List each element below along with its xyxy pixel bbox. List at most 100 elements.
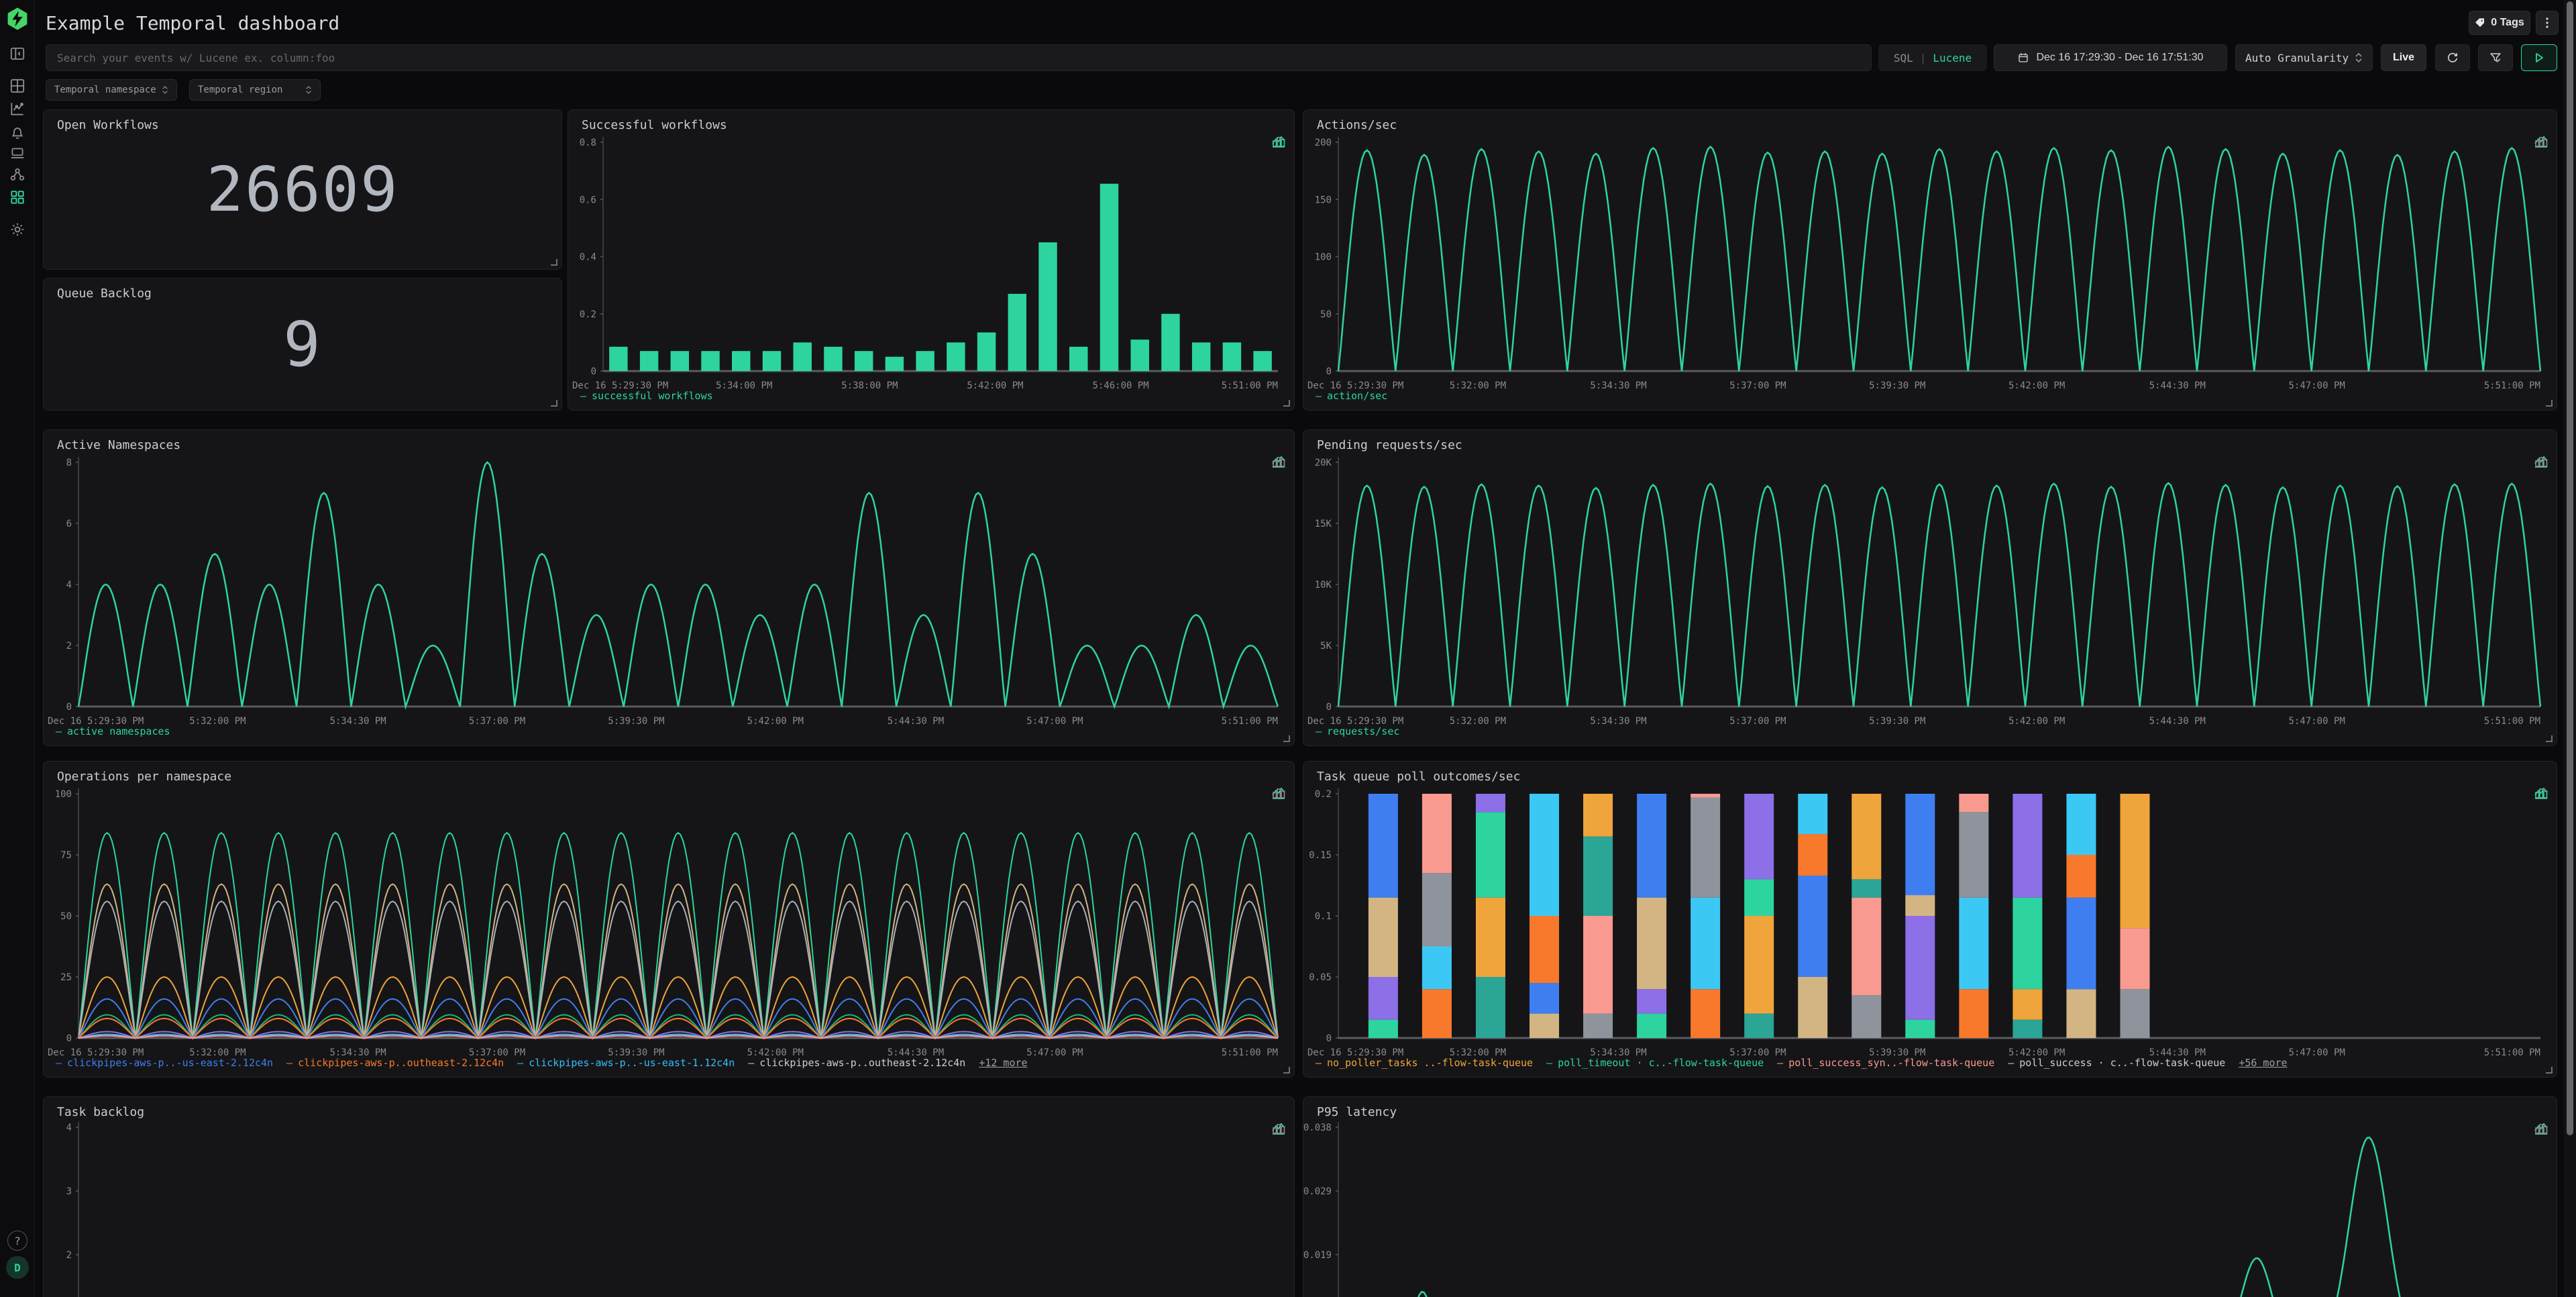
- panel-active-namespaces: Active Namespaces 86420Dec 16 5:29:30 PM…: [43, 429, 1295, 746]
- chart-legend: —clickpipes-aws-p..-us-east-2.12c4n —clic…: [56, 1057, 1028, 1069]
- panel-title: Task queue poll outcomes/sec: [1317, 770, 1520, 784]
- chart-canvas: 0.80.60.40.20Dec 16 5:29:30 PM5:34:00 PM…: [568, 110, 1294, 410]
- panel-title: Successful workflows: [582, 118, 727, 132]
- legend-label: no_poller_tasks ..-flow-task-queue: [1327, 1057, 1533, 1069]
- scrollbar-thumb[interactable]: [2567, 1, 2573, 1135]
- sql-option[interactable]: SQL: [1894, 52, 1913, 64]
- alerts-bell-icon[interactable]: [9, 123, 26, 141]
- panel-open-workflows: Open Workflows 26609: [43, 109, 562, 270]
- refresh-button[interactable]: [2435, 44, 2470, 71]
- collapse-sidebar-icon[interactable]: [9, 45, 26, 62]
- resize-handle[interactable]: [551, 400, 557, 407]
- legend-more-link[interactable]: +12 more: [979, 1057, 1027, 1069]
- bar-view-icon[interactable]: [1271, 454, 1286, 469]
- bar-view-icon[interactable]: [2534, 786, 2548, 800]
- resize-handle[interactable]: [1283, 400, 1290, 407]
- legend-more-link[interactable]: +56 more: [2239, 1057, 2287, 1069]
- refresh-icon: [2446, 51, 2459, 64]
- bar-view-icon[interactable]: [1271, 1121, 1286, 1136]
- svg-text:0.038: 0.038: [1303, 1123, 1332, 1133]
- resize-handle[interactable]: [2546, 400, 2553, 407]
- panel-title: Operations per namespace: [57, 770, 231, 784]
- legend-item[interactable]: —clickpipes-aws-p..-us-east-2.12c4n: [56, 1057, 273, 1069]
- granularity-select[interactable]: Auto Granularity: [2235, 44, 2373, 71]
- chart-legend: — no_poller_tasks ..-flow-task-queue —poll…: [1316, 1057, 2288, 1069]
- legend-item[interactable]: —successful workflows: [580, 390, 713, 402]
- resize-handle[interactable]: [1283, 735, 1290, 742]
- legend-item[interactable]: —clickpipes-aws-p..outheast-2.12c4n: [748, 1057, 965, 1069]
- svg-text:5:47:00 PM: 5:47:00 PM: [1026, 1047, 1083, 1058]
- run-query-button[interactable]: [2521, 44, 2557, 71]
- svg-text:0: 0: [1326, 1033, 1332, 1044]
- svg-text:5:51:00 PM: 5:51:00 PM: [2484, 716, 2540, 727]
- chart-legend: —successful workflows: [580, 390, 713, 402]
- bar-view-icon[interactable]: [2534, 134, 2548, 149]
- legend-label: active namespaces: [67, 725, 170, 737]
- legend-swatch: —: [1316, 1057, 1322, 1069]
- legend-item[interactable]: —active namespaces: [56, 725, 170, 737]
- resize-handle[interactable]: [1283, 1067, 1290, 1074]
- task-queue-poll-outcomes-chart: 0.20.150.10.050Dec 16 5:29:30 PM5:32:00 …: [1303, 762, 2557, 1077]
- panel-menu-button[interactable]: [2536, 11, 2559, 35]
- svg-text:5:34:30 PM: 5:34:30 PM: [1590, 380, 1646, 391]
- legend-item[interactable]: —poll_success_syn..-flow-task-queue: [1777, 1057, 1994, 1069]
- bar-view-icon[interactable]: [1271, 134, 1286, 149]
- svg-text:5:38:00 PM: 5:38:00 PM: [841, 380, 898, 391]
- svg-text:5:37:00 PM: 5:37:00 PM: [1729, 380, 1786, 391]
- hosts-monitor-icon[interactable]: [9, 144, 26, 162]
- bar-view-icon[interactable]: [2534, 454, 2548, 469]
- svg-text:0: 0: [66, 1033, 72, 1044]
- legend-item[interactable]: —action/sec: [1316, 390, 1387, 402]
- svg-text:5:47:00 PM: 5:47:00 PM: [1026, 716, 1083, 727]
- legend-item[interactable]: — no_poller_tasks ..-flow-task-queue: [1316, 1057, 1533, 1069]
- panel-title: Pending requests/sec: [1317, 438, 1462, 452]
- svg-text:2: 2: [66, 1250, 72, 1261]
- svg-text:5:39:30 PM: 5:39:30 PM: [1869, 380, 1925, 391]
- user-avatar[interactable]: D: [6, 1256, 29, 1279]
- chart-explorer-icon[interactable]: [9, 100, 26, 117]
- app-logo-icon[interactable]: [5, 7, 30, 31]
- panel-title: Task backlog: [57, 1105, 144, 1119]
- bar-view-icon[interactable]: [2534, 1121, 2548, 1136]
- filter-icon: [2489, 51, 2502, 64]
- legend-swatch: —: [1546, 1057, 1552, 1069]
- task-backlog-chart: 432: [44, 1097, 1294, 1297]
- tags-button[interactable]: 0 Tags: [2469, 11, 2530, 35]
- filter-label: Temporal region: [198, 85, 282, 95]
- filter-temporal-namespace[interactable]: Temporal namespace: [46, 79, 177, 101]
- settings-gear-icon[interactable]: [9, 221, 26, 238]
- dashboards-icon[interactable]: [9, 189, 26, 206]
- legend-item[interactable]: —poll_success · c..-flow-task-queue: [2008, 1057, 2225, 1069]
- svg-text:50: 50: [60, 911, 72, 922]
- svg-text:100: 100: [1315, 252, 1332, 263]
- search-input[interactable]: [46, 44, 1872, 71]
- filter-button[interactable]: [2478, 44, 2513, 71]
- legend-item[interactable]: —clickpipes-aws-p..-us-east-1.12c4n: [517, 1057, 735, 1069]
- legend-item[interactable]: —requests/sec: [1316, 725, 1399, 737]
- bar-view-icon[interactable]: [1271, 786, 1286, 800]
- views-grid-icon[interactable]: [9, 77, 26, 95]
- legend-item[interactable]: —clickpipes-aws-p..outheast-2.12c4n: [286, 1057, 504, 1069]
- date-range-picker[interactable]: Dec 16 17:29:30 - Dec 16 17:51:30: [1994, 44, 2227, 71]
- help-button[interactable]: ?: [7, 1231, 28, 1251]
- service-map-icon[interactable]: [9, 166, 26, 183]
- chevron-updown-icon: [305, 85, 312, 95]
- page-title: Example Temporal dashboard: [46, 12, 339, 34]
- chart-canvas: 20K15K10K5K0Dec 16 5:29:30 PM5:32:00 PM5…: [1303, 430, 2557, 745]
- svg-text:75: 75: [60, 850, 72, 861]
- svg-text:0: 0: [1326, 366, 1332, 377]
- filter-temporal-region[interactable]: Temporal region: [189, 79, 321, 101]
- resize-handle[interactable]: [2546, 1067, 2553, 1074]
- chart-canvas: 86420Dec 16 5:29:30 PM5:32:00 PM5:34:30 …: [44, 430, 1294, 745]
- p95-latency-chart: 0.0380.0290.019: [1303, 1097, 2557, 1297]
- resize-handle[interactable]: [2546, 735, 2553, 742]
- resize-handle[interactable]: [551, 259, 557, 266]
- open-workflows-chart: 26609: [44, 110, 561, 269]
- live-button[interactable]: Live: [2381, 44, 2426, 71]
- vertical-scrollbar: [2564, 0, 2576, 1297]
- tag-icon: [2475, 17, 2485, 28]
- svg-text:0.6: 0.6: [580, 195, 596, 205]
- legend-item[interactable]: —poll_timeout · c..-flow-task-queue: [1546, 1057, 1764, 1069]
- lucene-option[interactable]: Lucene: [1933, 52, 1972, 64]
- actions-per-sec-chart: 200150100500Dec 16 5:29:30 PM5:32:00 PM5…: [1303, 110, 2557, 410]
